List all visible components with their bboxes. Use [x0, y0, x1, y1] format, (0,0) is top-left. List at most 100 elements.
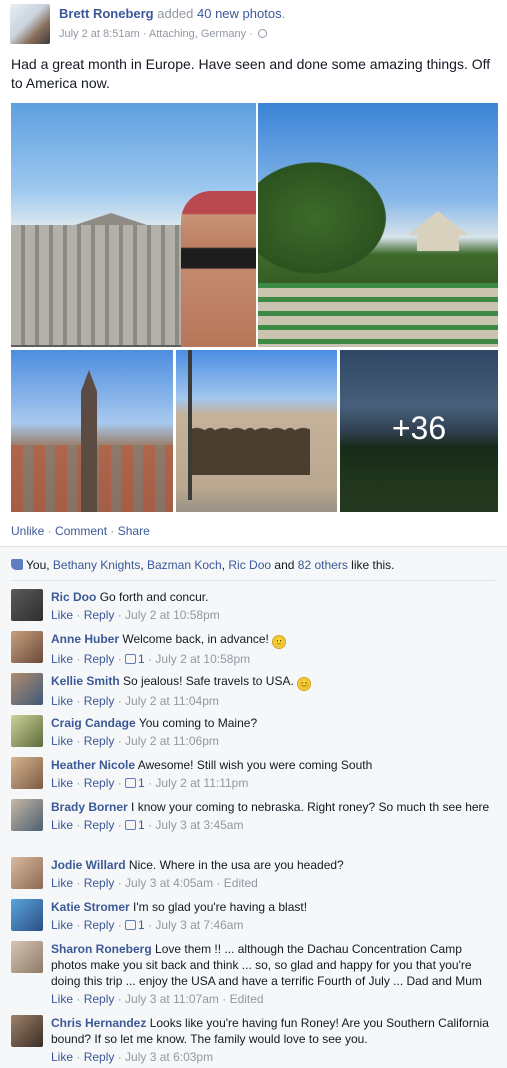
commenter-avatar[interactable] [11, 631, 43, 663]
comment-like-link[interactable]: Like [51, 992, 73, 1006]
action-suffix: . [281, 6, 286, 21]
author-avatar[interactable] [10, 4, 50, 44]
comment-reply-link[interactable]: Reply [84, 992, 115, 1006]
comment-body: Katie Stromer I'm so glad you're having … [51, 899, 499, 933]
comment-body: Kellie Smith So jealous! Safe travels to… [51, 673, 499, 709]
comment-text: You coming to Maine? [138, 716, 258, 730]
comment-timestamp[interactable]: July 3 at 7:46am [155, 918, 243, 932]
liker-link[interactable]: Bazman Koch [147, 558, 222, 572]
commenter-avatar[interactable] [11, 799, 43, 831]
comment-like-link[interactable]: Like [51, 876, 73, 890]
comment-like-count[interactable]: 1 [125, 652, 145, 666]
commenter-name-link[interactable]: Ric Doo [51, 590, 96, 604]
comment-body: Heather Nicole Awesome! Still wish you w… [51, 757, 499, 791]
comment-like-link[interactable]: Like [51, 652, 73, 666]
post-timestamp[interactable]: July 2 at 8:51am [59, 28, 140, 40]
comment-body: Brady Borner I know your coming to nebra… [51, 799, 499, 833]
comment-body: Sharon Roneberg Love them !! ... althoug… [51, 941, 499, 1007]
new-photos-link[interactable]: 40 new photos [197, 6, 282, 21]
post-text: Had a great month in Europe. Have seen a… [11, 56, 491, 91]
commenter-name-link[interactable]: Brady Borner [51, 800, 128, 814]
liker-link[interactable]: Ric Doo [228, 558, 271, 572]
others-likes-link[interactable]: 82 others [298, 558, 348, 572]
share-link[interactable]: Share [118, 524, 150, 538]
commenter-name-link[interactable]: Craig Candage [51, 716, 136, 730]
comment-like-link[interactable]: Like [51, 1050, 73, 1064]
comment-link[interactable]: Comment [55, 524, 107, 538]
comment-timestamp[interactable]: July 3 at 6:03pm [125, 1050, 213, 1064]
commenter-avatar[interactable] [11, 857, 43, 889]
comment-meta: Like · Reply · July 2 at 11:04pm [51, 694, 219, 708]
comment-timestamp[interactable]: July 2 at 10:58pm [125, 608, 220, 622]
thumbs-up-icon [125, 820, 137, 830]
comment-reply-link[interactable]: Reply [84, 876, 115, 890]
comment-body: Craig Candage You coming to Maine? Like ·… [51, 715, 499, 749]
commenter-avatar[interactable] [11, 673, 43, 705]
comment-like-link[interactable]: Like [51, 818, 73, 832]
liker-link[interactable]: Bethany Knights [53, 558, 140, 572]
comment-timestamp[interactable]: July 2 at 11:04pm [125, 694, 219, 708]
commenter-avatar[interactable] [11, 1015, 43, 1047]
commenter-avatar[interactable] [11, 589, 43, 621]
comment-reply-link[interactable]: Reply [84, 818, 115, 832]
comment-like-link[interactable]: Like [51, 918, 73, 932]
comment-reply-link[interactable]: Reply [84, 734, 115, 748]
comment-meta: Like · Reply · 1 · July 2 at 10:58pm [51, 652, 251, 666]
commenter-name-link[interactable]: Anne Huber [51, 632, 119, 646]
comment-like-link[interactable]: Like [51, 694, 73, 708]
comment-reply-link[interactable]: Reply [84, 776, 115, 790]
comment-timestamp[interactable]: July 3 at 3:45am [155, 818, 243, 832]
commenter-avatar[interactable] [11, 899, 43, 931]
comment-meta: Like · Reply · July 3 at 11:07am · Edite… [51, 992, 264, 1006]
commenter-name-link[interactable]: Sharon Roneberg [51, 942, 152, 956]
commenter-name-link[interactable]: Katie Stromer [51, 900, 130, 914]
divider [11, 580, 495, 581]
photo-opera-house-selfie[interactable] [11, 103, 256, 347]
photo-loggia-arches[interactable] [176, 350, 337, 512]
comment-reply-link[interactable]: Reply [84, 1050, 115, 1064]
comment-like-link[interactable]: Like [51, 776, 73, 790]
author-name-link[interactable]: Brett Roneberg [59, 6, 154, 21]
comment-like-link[interactable]: Like [51, 734, 73, 748]
commenter-name-link[interactable]: Chris Hernandez [51, 1016, 146, 1030]
commenter-name-link[interactable]: Kellie Smith [51, 674, 120, 688]
comment-reply-link[interactable]: Reply [84, 652, 115, 666]
unlike-link[interactable]: Unlike [11, 524, 44, 538]
comment-reply-link[interactable]: Reply [84, 608, 115, 622]
comment-timestamp[interactable]: July 2 at 10:58pm [155, 652, 250, 666]
action-prefix: added [153, 6, 197, 21]
photo-more-overlay[interactable]: +36 [340, 350, 498, 512]
comment-body: Chris Hernandez Looks like you're having… [51, 1015, 499, 1065]
comment-timestamp[interactable]: July 3 at 11:07am [125, 992, 219, 1006]
comment-meta: Like · Reply · July 3 at 4:05am · Edited [51, 876, 258, 890]
comment-meta: Like · Reply · 1 · July 2 at 11:11pm [51, 776, 249, 790]
comment-text: Go forth and concur. [99, 590, 209, 604]
commenter-name-link[interactable]: Jodie Willard [51, 858, 126, 872]
comment-text: I'm so glad you're having a blast! [133, 900, 308, 914]
comment-like-count[interactable]: 1 [125, 776, 145, 790]
thumbs-up-icon [125, 920, 137, 930]
comment-like-link[interactable]: Like [51, 608, 73, 622]
comment-reply-link[interactable]: Reply [84, 918, 115, 932]
commenter-avatar[interactable] [11, 757, 43, 789]
comment-meta: Like · Reply · July 3 at 6:03pm [51, 1050, 214, 1064]
comment-like-count[interactable]: 1 [125, 818, 145, 832]
globe-icon[interactable] [257, 29, 267, 38]
comment-reply-link[interactable]: Reply [84, 694, 115, 708]
comment-text: Nice. Where in the usa are you headed? [128, 858, 344, 872]
post-location[interactable]: Attaching, Germany [149, 28, 246, 40]
photo-city-tower[interactable] [11, 350, 173, 512]
likes-summary: You, Bethany Knights, Bazman Koch, Ric D… [11, 558, 496, 572]
comment-timestamp[interactable]: July 3 at 4:05am [125, 876, 213, 890]
comment-like-count[interactable]: 1 [125, 918, 145, 932]
commenter-name-link[interactable]: Heather Nicole [51, 758, 135, 772]
edited-label[interactable]: Edited [224, 876, 258, 890]
comment-timestamp[interactable]: July 2 at 11:06pm [125, 734, 219, 748]
commenter-avatar[interactable] [11, 715, 43, 747]
photo-beer-garden[interactable] [258, 103, 498, 347]
comment-body: Jodie Willard Nice. Where in the usa are… [51, 857, 499, 891]
comment-timestamp[interactable]: July 2 at 11:11pm [155, 776, 248, 790]
commenter-avatar[interactable] [11, 941, 43, 973]
edited-label[interactable]: Edited [230, 992, 264, 1006]
comment-meta: Like · Reply · July 2 at 10:58pm [51, 608, 220, 622]
